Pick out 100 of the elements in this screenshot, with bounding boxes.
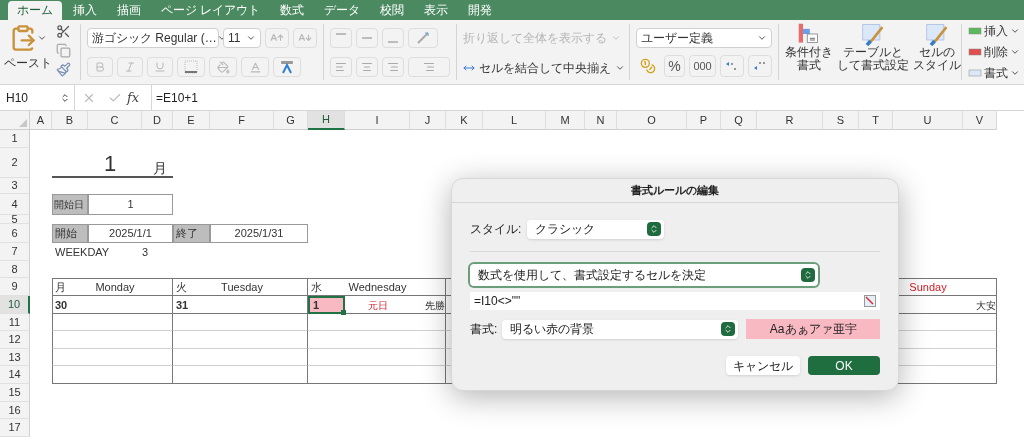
ribbon-tab[interactable]: ページ レイアウト <box>152 1 270 20</box>
caret-icon[interactable] <box>757 33 767 43</box>
triangle-icon[interactable] <box>19 119 27 127</box>
cells-button[interactable]: 削除 <box>984 43 1008 61</box>
paste-label[interactable]: ペースト <box>4 54 52 72</box>
column-header[interactable]: A <box>30 111 52 130</box>
scissors-icon[interactable] <box>56 24 71 39</box>
row-header[interactable]: 9 <box>0 278 30 296</box>
table-brush-icon[interactable] <box>860 22 886 46</box>
column-header[interactable]: P <box>687 111 721 130</box>
column-header[interactable]: N <box>585 111 617 130</box>
column-header[interactable]: R <box>757 111 823 130</box>
row-header[interactable]: 8 <box>0 261 30 278</box>
row-header[interactable]: 10 <box>0 296 30 314</box>
insert-cells-icon[interactable] <box>968 26 982 36</box>
column-header[interactable]: U <box>893 111 963 130</box>
caret-icon[interactable] <box>615 63 625 73</box>
column-header[interactable]: C <box>88 111 142 130</box>
column-header[interactable]: B <box>52 111 88 130</box>
date-cell[interactable]: 30 <box>52 296 88 314</box>
row-header[interactable]: 14 <box>0 366 30 384</box>
column-header[interactable]: S <box>823 111 859 130</box>
ribbon-tab[interactable]: データ <box>315 1 370 20</box>
column-header[interactable]: K <box>446 111 483 130</box>
percent-button[interactable]: % <box>664 55 686 77</box>
row-header[interactable]: 4 <box>0 194 30 215</box>
cells-button[interactable]: 挿入 <box>984 22 1008 40</box>
row-header[interactable]: 7 <box>0 243 30 261</box>
dialog-button[interactable]: キャンセル <box>726 356 800 375</box>
column-header[interactable]: Q <box>721 111 757 130</box>
column-header[interactable]: G <box>274 111 308 130</box>
align-left-icon[interactable] <box>330 57 352 77</box>
text-effects-icon[interactable] <box>273 57 301 77</box>
align-center-icon[interactable] <box>356 57 378 77</box>
column-header[interactable]: E <box>173 111 210 130</box>
stepper-icon[interactable] <box>647 222 662 236</box>
cells-button[interactable]: 書式 <box>984 64 1008 82</box>
caret-icon[interactable] <box>1010 26 1020 36</box>
function-button[interactable]: fx <box>127 87 151 108</box>
increase-decimal-icon[interactable] <box>720 55 744 77</box>
column-header[interactable]: L <box>483 111 546 130</box>
ribbon-tab[interactable]: 表示 <box>415 1 458 20</box>
styles-button[interactable]: テーブルと して書式設定 <box>837 46 909 72</box>
vertical-align-icon[interactable] <box>330 28 352 48</box>
stepper-icon[interactable] <box>721 322 736 336</box>
cell-brush-icon[interactable] <box>924 22 950 46</box>
vertical-align-icon[interactable] <box>356 28 378 48</box>
row-header[interactable]: 13 <box>0 349 30 366</box>
stepper-icon[interactable] <box>801 268 815 282</box>
vertical-align-icon[interactable] <box>382 28 404 48</box>
caret-icon[interactable] <box>246 33 256 43</box>
delete-cells-icon[interactable] <box>968 47 982 57</box>
ribbon-tab[interactable]: 挿入 <box>64 1 106 20</box>
border-icon[interactable] <box>177 57 205 77</box>
number-format-field[interactable]: ユーザー定義 <box>636 28 772 48</box>
merge-center-button[interactable]: セルを結合して中央揃え <box>479 59 625 77</box>
ribbon-tab[interactable]: ホーム <box>8 1 62 20</box>
ribbon-tab[interactable]: 描画 <box>108 1 150 20</box>
row-header[interactable]: 2 <box>0 148 30 178</box>
collapse-icon[interactable] <box>864 295 876 307</box>
font-size-field[interactable]: 11 <box>223 28 261 48</box>
caret-icon[interactable] <box>1010 47 1020 57</box>
row-header[interactable]: 16 <box>0 402 30 419</box>
ribbon-tab[interactable]: 校閲 <box>371 1 414 20</box>
rule-type-select[interactable]: 数式を使用して、書式設定するセルを決定 <box>470 264 818 286</box>
column-header[interactable]: J <box>410 111 446 130</box>
row-header[interactable]: 1 <box>0 130 30 148</box>
caret-icon[interactable] <box>37 33 47 43</box>
row-header[interactable]: 15 <box>0 384 30 402</box>
column-header[interactable]: H <box>308 111 345 130</box>
orientation-icon[interactable] <box>408 28 438 48</box>
format-cells-icon[interactable] <box>968 68 982 78</box>
format-select[interactable]: 明るい赤の背景 <box>502 319 739 339</box>
row-header[interactable]: 11 <box>0 314 30 331</box>
column-header[interactable]: M <box>546 111 585 130</box>
select-all-corner[interactable] <box>0 111 30 130</box>
date-cell[interactable]: 31 <box>173 296 210 314</box>
styles-button[interactable]: 条件付き 書式 <box>785 46 833 72</box>
comma-button[interactable]: 000 <box>689 55 716 77</box>
row-header[interactable]: 6 <box>0 224 30 243</box>
caret-icon[interactable] <box>1010 68 1020 78</box>
style-select[interactable]: クラシック <box>527 219 665 239</box>
styles-button[interactable]: セルの スタイル <box>913 46 961 72</box>
row-header[interactable]: 3 <box>0 178 30 194</box>
formula-field[interactable]: =E10+1 <box>151 85 1024 110</box>
column-header[interactable]: D <box>142 111 173 130</box>
indent-icon[interactable] <box>408 57 450 77</box>
decrease-decimal-icon[interactable] <box>748 55 772 77</box>
column-header[interactable]: I <box>345 111 410 130</box>
paintbrush-icon[interactable] <box>56 62 71 77</box>
column-header[interactable]: O <box>617 111 687 130</box>
column-header[interactable]: F <box>210 111 274 130</box>
dialog-button[interactable]: OK <box>808 356 880 375</box>
align-right-icon[interactable] <box>382 57 404 77</box>
name-box[interactable]: H10 <box>0 85 75 110</box>
column-header[interactable]: V <box>963 111 997 130</box>
column-header[interactable]: T <box>859 111 893 130</box>
row-header[interactable]: 17 <box>0 419 30 437</box>
formula-field[interactable]: =I10<>"" <box>470 292 880 310</box>
fill-handle[interactable] <box>341 310 346 315</box>
